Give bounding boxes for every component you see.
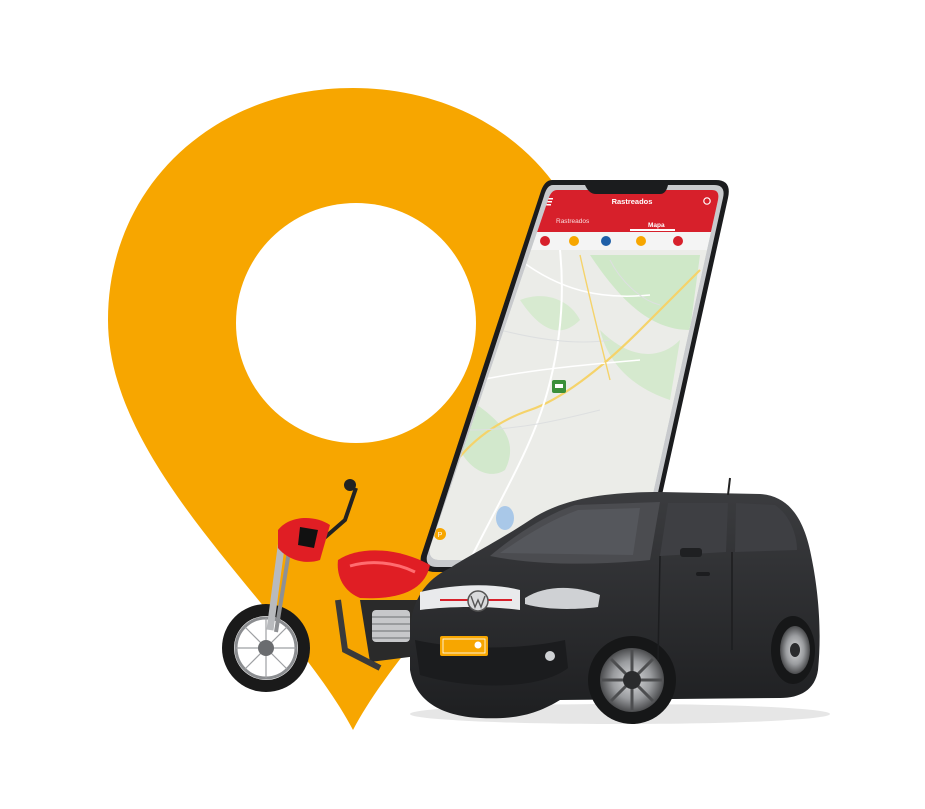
- car-front-wheel: [588, 636, 676, 724]
- flag-icon[interactable]: [673, 236, 683, 246]
- pin-icon[interactable]: [569, 236, 579, 246]
- tab-rastreados[interactable]: Rastreados: [556, 218, 590, 225]
- tab-mapa[interactable]: Mapa: [648, 222, 665, 229]
- tab-active-indicator: [630, 229, 675, 231]
- plate-pin-icon: [474, 641, 482, 649]
- hero-illustration: P 9:41 Rastreados Rastreados Mapa: [108, 88, 830, 730]
- app-title: Rastreados: [612, 197, 653, 206]
- pin-hole: [236, 203, 476, 443]
- vehicle-marker-icon[interactable]: [552, 380, 566, 393]
- car-rear-wheel: [771, 616, 815, 684]
- alert-icon[interactable]: [540, 236, 550, 246]
- route-icon[interactable]: [636, 236, 646, 246]
- car-icon[interactable]: [601, 236, 611, 246]
- svg-text:P: P: [438, 532, 443, 539]
- phone-notch: [585, 185, 668, 194]
